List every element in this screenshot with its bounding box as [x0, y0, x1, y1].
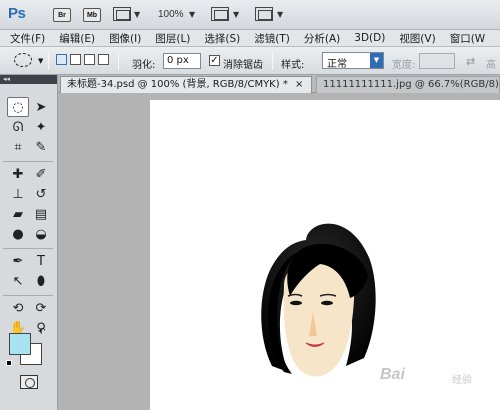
mini-bridge-button[interactable]: Mb [83, 8, 101, 22]
style-label: 样式: [281, 60, 305, 71]
bridge-button[interactable]: Br [53, 8, 71, 22]
menu-select[interactable]: 选择(S) [204, 31, 240, 46]
tab-label: 11111111111.jpg @ 66.7%(RGB/8) * [323, 79, 500, 90]
menu-3d[interactable]: 3D(D) [354, 32, 385, 44]
left-eye [290, 300, 302, 306]
type-tool-icon[interactable]: T [30, 251, 52, 271]
eyedropper-tool-icon[interactable]: ✎ [30, 137, 52, 157]
menu-filter[interactable]: 滤镜(T) [254, 31, 290, 46]
gradient-tool-icon[interactable]: ▤ [30, 204, 52, 224]
divider [3, 248, 53, 249]
quick-mask-icon[interactable] [20, 375, 38, 389]
default-colors-icon[interactable] [6, 360, 12, 366]
application-bar: Ps Br Mb ▼ 100% ▼ ▼ ▼ [0, 0, 500, 30]
panel-collapse-icon[interactable]: ◂◂ [0, 75, 57, 84]
zoom-caret-icon[interactable]: ▼ [189, 10, 195, 19]
path-selection-tool-icon[interactable]: ↖ [7, 271, 29, 291]
spot-healing-tool-icon[interactable]: ✚ [7, 164, 29, 184]
divider [118, 52, 119, 70]
feather-input[interactable]: 0 px [163, 53, 201, 69]
swap-dimensions-icon[interactable]: ⇄ [466, 55, 475, 68]
eraser-tool-icon[interactable]: ▰ [7, 204, 29, 224]
zoom-level[interactable]: 100% [158, 9, 184, 20]
elliptical-marquee-tool-icon[interactable]: ◌ [7, 97, 29, 117]
feather-label: 羽化: [132, 60, 156, 71]
width-label: 宽度: [392, 60, 416, 71]
menu-layer[interactable]: 图层(L) [155, 31, 190, 46]
history-brush-tool-icon[interactable]: ↺ [30, 184, 52, 204]
options-bar: ▼ 羽化: 0 px ✓ 消除锯齿 样式: 正常 ▼ 宽度: ⇄ 高 [0, 47, 500, 75]
menu-view[interactable]: 视图(V) [399, 31, 435, 46]
elliptical-marquee-preset-icon[interactable] [14, 53, 32, 67]
add-to-selection-icon[interactable] [70, 54, 81, 65]
tools-panel: ◂◂ ◌ ➤ ᘏ ✦ ⌗ ✎ ✚ ✐ ⊥ ↺ ▰ ▤ ● ◒ ✒ T ↖ ⬮ ⟲… [0, 75, 58, 410]
menu-window[interactable]: 窗口(W [450, 31, 485, 46]
screen-mode-caret-icon[interactable]: ▼ [277, 10, 283, 19]
style-select[interactable]: 正常 ▼ [322, 52, 384, 70]
menu-image[interactable]: 图像(I) [109, 31, 141, 46]
new-selection-icon[interactable] [56, 54, 67, 65]
tool-preset-caret-icon[interactable]: ▼ [38, 57, 43, 65]
arrange-caret-icon[interactable]: ▼ [233, 10, 239, 19]
baidu-watermark: Bai [380, 366, 405, 383]
width-input[interactable] [419, 53, 455, 69]
divider [272, 52, 273, 70]
document-canvas[interactable] [150, 100, 500, 410]
divider [3, 161, 53, 162]
screen-mode-icon[interactable] [255, 7, 273, 21]
tab-11111111111-jpg[interactable]: 11111111111.jpg @ 66.7%(RGB/8) * [316, 76, 500, 93]
menu-edit[interactable]: 编辑(E) [59, 31, 95, 46]
intersect-selection-icon[interactable] [98, 54, 109, 65]
dodge-tool-icon[interactable]: ◒ [30, 224, 52, 244]
arrange-documents-icon[interactable] [211, 7, 229, 21]
view-extras-caret-icon[interactable]: ▼ [134, 10, 140, 19]
subtract-from-selection-icon[interactable] [84, 54, 95, 65]
style-select-value: 正常 [327, 59, 347, 70]
menu-analysis[interactable]: 分析(A) [304, 31, 340, 46]
menu-file[interactable]: 文件(F) [10, 31, 45, 46]
document-tabs: 未标题-34.psd @ 100% (背景, RGB/8/CMYK) * × 1… [58, 75, 500, 93]
antialias-label: 消除锯齿 [223, 60, 263, 71]
crop-tool-icon[interactable]: ⌗ [7, 137, 29, 157]
close-icon[interactable]: × [295, 79, 303, 90]
tab-label: 未标题-34.psd @ 100% (背景, RGB/8/CMYK) * [67, 79, 288, 90]
photoshop-logo: Ps [8, 5, 26, 22]
divider [3, 295, 53, 296]
magic-wand-tool-icon[interactable]: ✦ [30, 117, 52, 137]
lasso-tool-icon[interactable]: ᘏ [7, 117, 29, 137]
pen-tool-icon[interactable]: ✒ [7, 251, 29, 271]
chevron-down-icon[interactable]: ▼ [370, 53, 383, 68]
brush-tool-icon[interactable]: ✐ [30, 164, 52, 184]
3d-rotate-tool-icon[interactable]: ⟲ [7, 298, 29, 318]
ellipse-shape-tool-icon[interactable]: ⬮ [30, 271, 52, 291]
right-eye [321, 300, 333, 306]
menu-bar: 文件(F) 编辑(E) 图像(I) 图层(L) 选择(S) 滤镜(T) 分析(A… [0, 30, 500, 47]
swap-colors-icon[interactable]: ↶ [38, 327, 46, 337]
tab-untitled-34[interactable]: 未标题-34.psd @ 100% (背景, RGB/8/CMYK) * × [60, 76, 312, 93]
clone-stamp-tool-icon[interactable]: ⊥ [7, 184, 29, 204]
view-extras-icon[interactable] [113, 7, 131, 21]
3d-orbit-tool-icon[interactable]: ⟳ [30, 298, 52, 318]
move-tool-icon[interactable]: ➤ [30, 97, 52, 117]
height-label: 高 [486, 60, 496, 71]
antialias-checkbox[interactable]: ✓ [209, 55, 220, 66]
cartoon-face-artwork [261, 223, 376, 377]
baidu-watermark-sub: 经验 [452, 375, 472, 386]
foreground-color-swatch[interactable] [9, 333, 31, 355]
divider [48, 52, 49, 70]
blur-tool-icon[interactable]: ● [7, 224, 29, 244]
